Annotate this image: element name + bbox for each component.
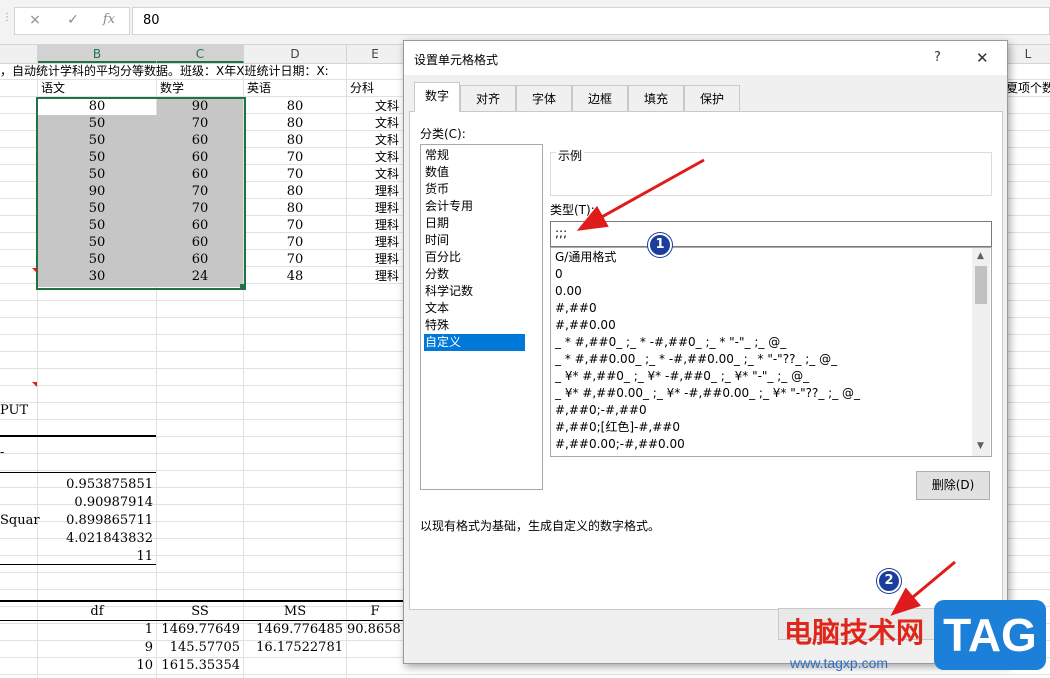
- tab-number[interactable]: 数字: [414, 82, 460, 112]
- watermark-badge: TAG: [934, 600, 1046, 670]
- annotation-arrows: [576, 158, 956, 616]
- arrow-to-type-input: [576, 158, 705, 231]
- watermark-url: www.tagxp.com: [790, 655, 889, 671]
- watermark-text: 电脑技术网: [784, 616, 925, 649]
